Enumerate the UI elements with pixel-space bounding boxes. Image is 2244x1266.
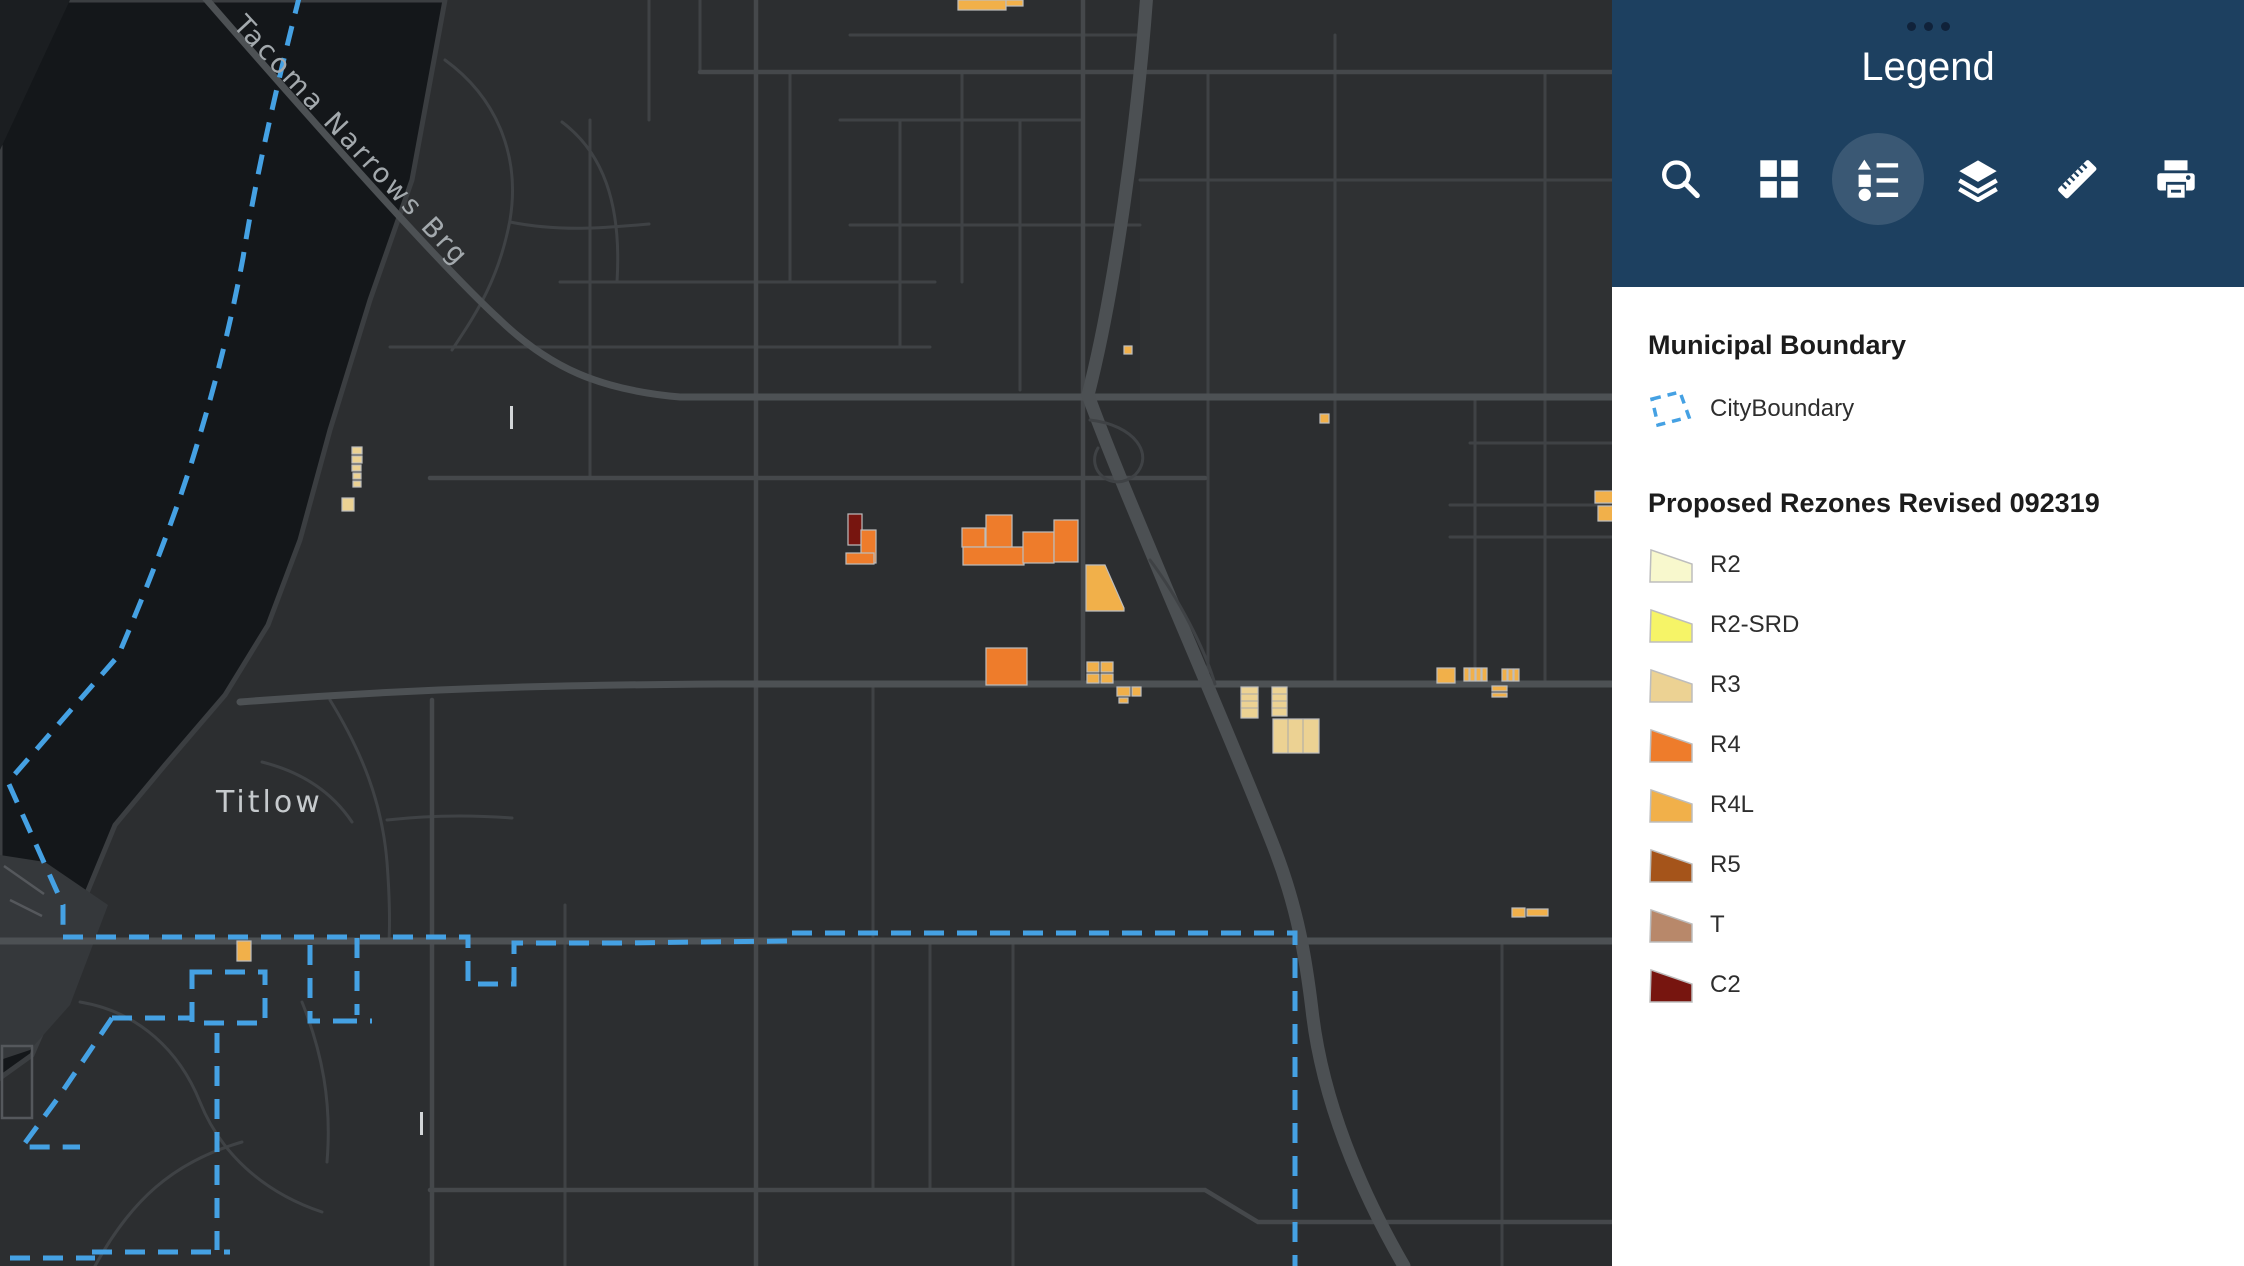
parcel-r4l[interactable] <box>1436 667 1456 684</box>
parcel-r4[interactable] <box>985 514 1013 549</box>
map-label-titlow: Titlow <box>215 785 323 820</box>
parcel-r4l[interactable] <box>1513 668 1520 682</box>
parcel-r4l[interactable] <box>1463 667 1470 682</box>
parcel-r3[interactable] <box>351 455 363 464</box>
parcel-r4l[interactable] <box>1086 661 1100 673</box>
parcel-r3[interactable] <box>1240 686 1259 719</box>
parcel-r3[interactable] <box>351 464 362 472</box>
parcel-r4l[interactable] <box>1086 673 1100 684</box>
parcel-r4l[interactable] <box>1501 668 1508 682</box>
legend-item-r2: R2 <box>1648 545 2214 585</box>
parcel-r4[interactable] <box>845 552 875 565</box>
print-button[interactable] <box>2130 133 2222 225</box>
parcel-r4l[interactable] <box>957 0 1007 11</box>
legend-item-label: CityBoundary <box>1710 395 1855 422</box>
legend-item-label: R2-SRD <box>1710 611 1800 638</box>
parcel-r4l[interactable] <box>1005 0 1024 7</box>
parcel-r4[interactable] <box>962 546 1025 566</box>
search-button[interactable] <box>1634 133 1726 225</box>
parcel-r4l[interactable] <box>1594 490 1612 504</box>
legend-item-r3: R3 <box>1648 665 2214 705</box>
map-canvas[interactable]: Tacoma Narrows Brg Titlow <box>0 0 1612 1266</box>
parcel-r3[interactable] <box>1272 718 1320 754</box>
legend-panel: Legend Municipal Boundary CityBoundary P… <box>1612 0 2244 1266</box>
parcel-r4l[interactable] <box>1469 667 1476 682</box>
parcel-r4[interactable] <box>1053 519 1079 563</box>
parcel-r4[interactable] <box>1022 531 1055 564</box>
map-tick <box>510 406 513 429</box>
parcel-r4l[interactable] <box>1511 907 1526 918</box>
parcel-r3[interactable] <box>351 446 363 455</box>
parcel-r4l[interactable] <box>1131 686 1142 697</box>
legend-layer-heading: Proposed Rezones Revised 092319 <box>1648 488 2100 518</box>
measure-button[interactable] <box>2031 133 2123 225</box>
parcel-r4l[interactable] <box>1526 908 1549 917</box>
search-icon <box>1662 160 1700 199</box>
legend-item-label: R4 <box>1710 731 1741 758</box>
legend-item-r2-srd: R2-SRD <box>1648 605 2214 645</box>
land-block <box>1300 950 1612 1266</box>
parcel-r4l[interactable] <box>1100 661 1114 673</box>
panel-header: Legend <box>1612 0 2244 287</box>
map-tick <box>420 1112 423 1135</box>
legend-item-cityboundary: CityBoundary <box>1648 389 2214 429</box>
parcel-r4l[interactable] <box>1475 667 1482 682</box>
zone-swatch-icon <box>1649 608 1693 643</box>
panel-toolbar <box>1612 133 2244 225</box>
legend-item-r4: R4 <box>1648 725 2214 765</box>
ruler-icon <box>2057 160 2097 199</box>
parcel-r4l[interactable] <box>1597 505 1612 522</box>
parcel-r4l[interactable] <box>1481 667 1488 682</box>
legend-body: Municipal Boundary CityBoundary Proposed… <box>1612 287 2244 1025</box>
parcel-r4l[interactable] <box>1491 685 1508 692</box>
land-block <box>1140 180 1612 397</box>
legend-item-label: R3 <box>1710 671 1741 698</box>
dashed-boundary-icon <box>1649 389 1692 428</box>
zone-swatch-icon <box>1649 788 1693 823</box>
layers-button[interactable] <box>1932 133 2024 225</box>
parcel-r4l[interactable] <box>1116 686 1131 697</box>
layers-icon <box>1957 160 1998 202</box>
legend-rows: R2 R2-SRD R3 R4 R4L R5 T C2 <box>1648 545 2214 1005</box>
zone-swatch-icon <box>1649 548 1693 583</box>
legend-item-label: C2 <box>1710 971 1741 998</box>
parcel-c2[interactable] <box>847 513 863 546</box>
zone-swatch-icon <box>1649 968 1693 1003</box>
parcel-r4l[interactable] <box>1123 345 1133 355</box>
parcel-r4l[interactable] <box>1507 668 1514 682</box>
legend-list-icon <box>1858 159 1899 201</box>
parcel-r4l[interactable] <box>236 940 252 962</box>
zone-swatch-icon <box>1649 848 1693 883</box>
zone-swatch-icon <box>1649 668 1693 703</box>
parcel-r4[interactable] <box>985 647 1028 686</box>
legend-item-r5: R5 <box>1648 845 2214 885</box>
legend-item-label: R4L <box>1710 791 1755 818</box>
legend-layer-heading: Municipal Boundary <box>1648 330 1907 360</box>
basemap: Tacoma Narrows Brg Titlow <box>0 0 1612 1266</box>
printer-icon <box>2157 160 2195 198</box>
basemap-button[interactable] <box>1733 133 1825 225</box>
basemap-grid-icon <box>1760 160 1798 198</box>
legend-item-label: R2 <box>1710 551 1741 578</box>
legend-item-label: T <box>1710 911 1725 938</box>
parcel-r4l[interactable] <box>1100 673 1114 684</box>
panel-menu-dots[interactable] <box>1612 0 2244 31</box>
panel-title: Legend <box>1861 45 1995 89</box>
legend-button[interactable] <box>1832 133 1925 225</box>
legend-item-r4l: R4L <box>1648 785 2214 825</box>
parcel-r4l[interactable] <box>1118 697 1129 704</box>
zone-swatch-icon <box>1649 908 1693 943</box>
parcel-r4[interactable] <box>961 527 986 548</box>
parcel-r3[interactable] <box>352 472 362 480</box>
zone-swatch-icon <box>1649 728 1693 763</box>
parcel-r4l[interactable] <box>1491 692 1508 698</box>
parcel-r4l[interactable] <box>1319 413 1330 424</box>
legend-item-label: R5 <box>1710 851 1741 878</box>
legend-item-t: T <box>1648 905 2214 945</box>
legend-item-c2: C2 <box>1648 965 2214 1005</box>
app-window: Tacoma Narrows Brg Titlow Legend Municip… <box>0 0 2244 1266</box>
parcel-r3[interactable] <box>352 480 362 488</box>
parcel-r3[interactable] <box>341 497 355 512</box>
